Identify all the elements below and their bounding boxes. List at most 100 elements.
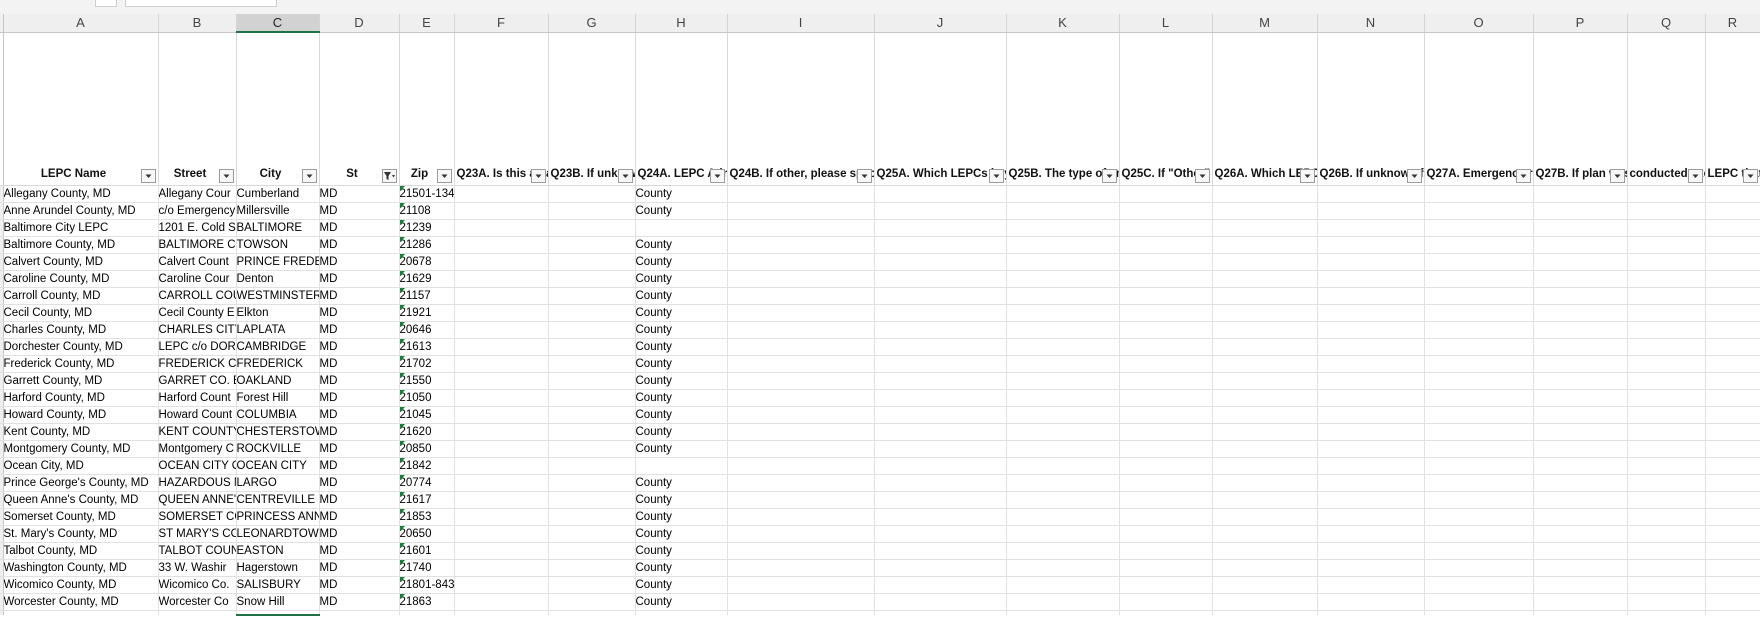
cell-F[interactable] bbox=[454, 576, 549, 594]
cell-I[interactable] bbox=[727, 457, 875, 475]
filter-dropdown-icon[interactable] bbox=[709, 168, 725, 183]
worksheet[interactable]: ABCDEFGHIJKLMNOPQR LEPC Name Street City St… bbox=[0, 14, 1760, 616]
cell-F[interactable] bbox=[454, 355, 549, 373]
filter-dropdown-icon[interactable] bbox=[218, 168, 234, 183]
filter-dropdown-icon[interactable] bbox=[436, 168, 452, 183]
cell-Q[interactable] bbox=[1627, 253, 1706, 271]
cell-N[interactable] bbox=[1317, 610, 1425, 615]
cell-P[interactable] bbox=[1533, 355, 1628, 373]
filter-dropdown-icon[interactable] bbox=[1194, 168, 1210, 183]
cell-E[interactable]: 20678 bbox=[399, 253, 455, 271]
cell-P[interactable] bbox=[1533, 338, 1628, 356]
cell-N[interactable] bbox=[1317, 576, 1425, 594]
cell-E[interactable]: 20646 bbox=[399, 321, 455, 339]
cell-H[interactable]: County bbox=[635, 593, 728, 611]
cell-D[interactable]: MD bbox=[319, 389, 400, 407]
cell-D[interactable]: MD bbox=[319, 202, 400, 220]
cell-A[interactable]: Baltimore City LEPC bbox=[3, 219, 159, 237]
cell-A[interactable]: Baltimore County, MD bbox=[3, 236, 159, 254]
cell-E[interactable]: 21853 bbox=[399, 508, 455, 526]
cell-H[interactable] bbox=[635, 457, 728, 475]
cell-N[interactable] bbox=[1317, 423, 1425, 441]
cell-O[interactable] bbox=[1424, 219, 1534, 237]
cell-I[interactable] bbox=[727, 338, 875, 356]
cell-B[interactable]: 1201 E. Cold S bbox=[158, 219, 237, 237]
cell-G[interactable] bbox=[548, 491, 636, 509]
cell-Q[interactable] bbox=[1627, 304, 1706, 322]
cell-L[interactable] bbox=[1119, 253, 1213, 271]
cell-C[interactable] bbox=[236, 610, 320, 616]
cell-E[interactable]: 21629 bbox=[399, 270, 455, 288]
cell-E[interactable]: 20850 bbox=[399, 440, 455, 458]
cell-P[interactable] bbox=[1533, 593, 1628, 611]
cell-M[interactable] bbox=[1212, 236, 1318, 254]
cell-G[interactable] bbox=[548, 270, 636, 288]
cell-O[interactable] bbox=[1424, 185, 1534, 203]
cell-F[interactable] bbox=[454, 236, 549, 254]
cell-L[interactable] bbox=[1119, 593, 1213, 611]
cell-N[interactable] bbox=[1317, 508, 1425, 526]
cell-G[interactable] bbox=[548, 321, 636, 339]
cell-E[interactable]: 21740 bbox=[399, 559, 455, 577]
cell-Q[interactable] bbox=[1627, 219, 1706, 237]
cell-R[interactable] bbox=[1705, 610, 1760, 615]
cell-D[interactable]: MD bbox=[319, 423, 400, 441]
cell-L[interactable] bbox=[1119, 474, 1213, 492]
cell-K[interactable] bbox=[1006, 202, 1120, 220]
cell-B[interactable]: Caroline Cour bbox=[158, 270, 237, 288]
cell-E[interactable]: 21801-8437 bbox=[399, 576, 455, 594]
cell-D[interactable]: MD bbox=[319, 457, 400, 475]
cell-N[interactable] bbox=[1317, 474, 1425, 492]
cell-R[interactable] bbox=[1705, 236, 1760, 254]
cell-D[interactable]: MD bbox=[319, 508, 400, 526]
filter-dropdown-icon[interactable] bbox=[1687, 168, 1703, 183]
cell-O[interactable] bbox=[1424, 253, 1534, 271]
cell-D[interactable]: MD bbox=[319, 406, 400, 424]
cell-F[interactable] bbox=[454, 304, 549, 322]
cell-B[interactable]: Cecil County E bbox=[158, 304, 237, 322]
column-letter-1[interactable]: B bbox=[158, 14, 237, 33]
cell-A[interactable]: Howard County, MD bbox=[3, 406, 159, 424]
cell-N[interactable] bbox=[1317, 525, 1425, 543]
cell-J[interactable] bbox=[874, 610, 1007, 615]
cell-P[interactable] bbox=[1533, 440, 1628, 458]
cell-M[interactable] bbox=[1212, 219, 1318, 237]
cell-D[interactable]: MD bbox=[319, 355, 400, 373]
cell-G[interactable] bbox=[548, 219, 636, 237]
cell-L[interactable] bbox=[1119, 219, 1213, 237]
cell-E[interactable]: 21239 bbox=[399, 219, 455, 237]
cell-B[interactable]: Calvert Count bbox=[158, 253, 237, 271]
cell-P[interactable] bbox=[1533, 372, 1628, 390]
cell-O[interactable] bbox=[1424, 559, 1534, 577]
cell-R[interactable] bbox=[1705, 321, 1760, 339]
cell-D[interactable]: MD bbox=[319, 287, 400, 305]
cell-F[interactable] bbox=[454, 525, 549, 543]
cell-Q[interactable] bbox=[1627, 576, 1706, 594]
cell-K[interactable] bbox=[1006, 593, 1120, 611]
cell-A[interactable]: Dorchester County, MD bbox=[3, 338, 159, 356]
cell-M[interactable] bbox=[1212, 491, 1318, 509]
cell-M[interactable] bbox=[1212, 457, 1318, 475]
cell-E[interactable]: 21842 bbox=[399, 457, 455, 475]
cell-H[interactable] bbox=[635, 219, 728, 237]
cell-I[interactable] bbox=[727, 525, 875, 543]
cell-Q[interactable] bbox=[1627, 372, 1706, 390]
cell-C[interactable]: Hagerstown bbox=[236, 559, 320, 577]
cell-N[interactable] bbox=[1317, 321, 1425, 339]
cell-B[interactable]: GARRET CO. EI bbox=[158, 372, 237, 390]
cell-J[interactable] bbox=[874, 219, 1007, 237]
cell-C[interactable]: EASTON bbox=[236, 542, 320, 560]
cell-A[interactable]: Harford County, MD bbox=[3, 389, 159, 407]
cell-F[interactable] bbox=[454, 474, 549, 492]
cell-R[interactable] bbox=[1705, 406, 1760, 424]
cell-Q[interactable] bbox=[1627, 457, 1706, 475]
cell-F[interactable] bbox=[454, 423, 549, 441]
cell-Q[interactable] bbox=[1627, 236, 1706, 254]
cell-O[interactable] bbox=[1424, 287, 1534, 305]
cell-B[interactable]: c/o Emergency bbox=[158, 202, 237, 220]
cell-Q[interactable] bbox=[1627, 610, 1706, 615]
cell-Q[interactable] bbox=[1627, 542, 1706, 560]
cell-F[interactable] bbox=[454, 202, 549, 220]
cell-B[interactable]: BALTIMORE CO bbox=[158, 236, 237, 254]
cell-O[interactable] bbox=[1424, 474, 1534, 492]
